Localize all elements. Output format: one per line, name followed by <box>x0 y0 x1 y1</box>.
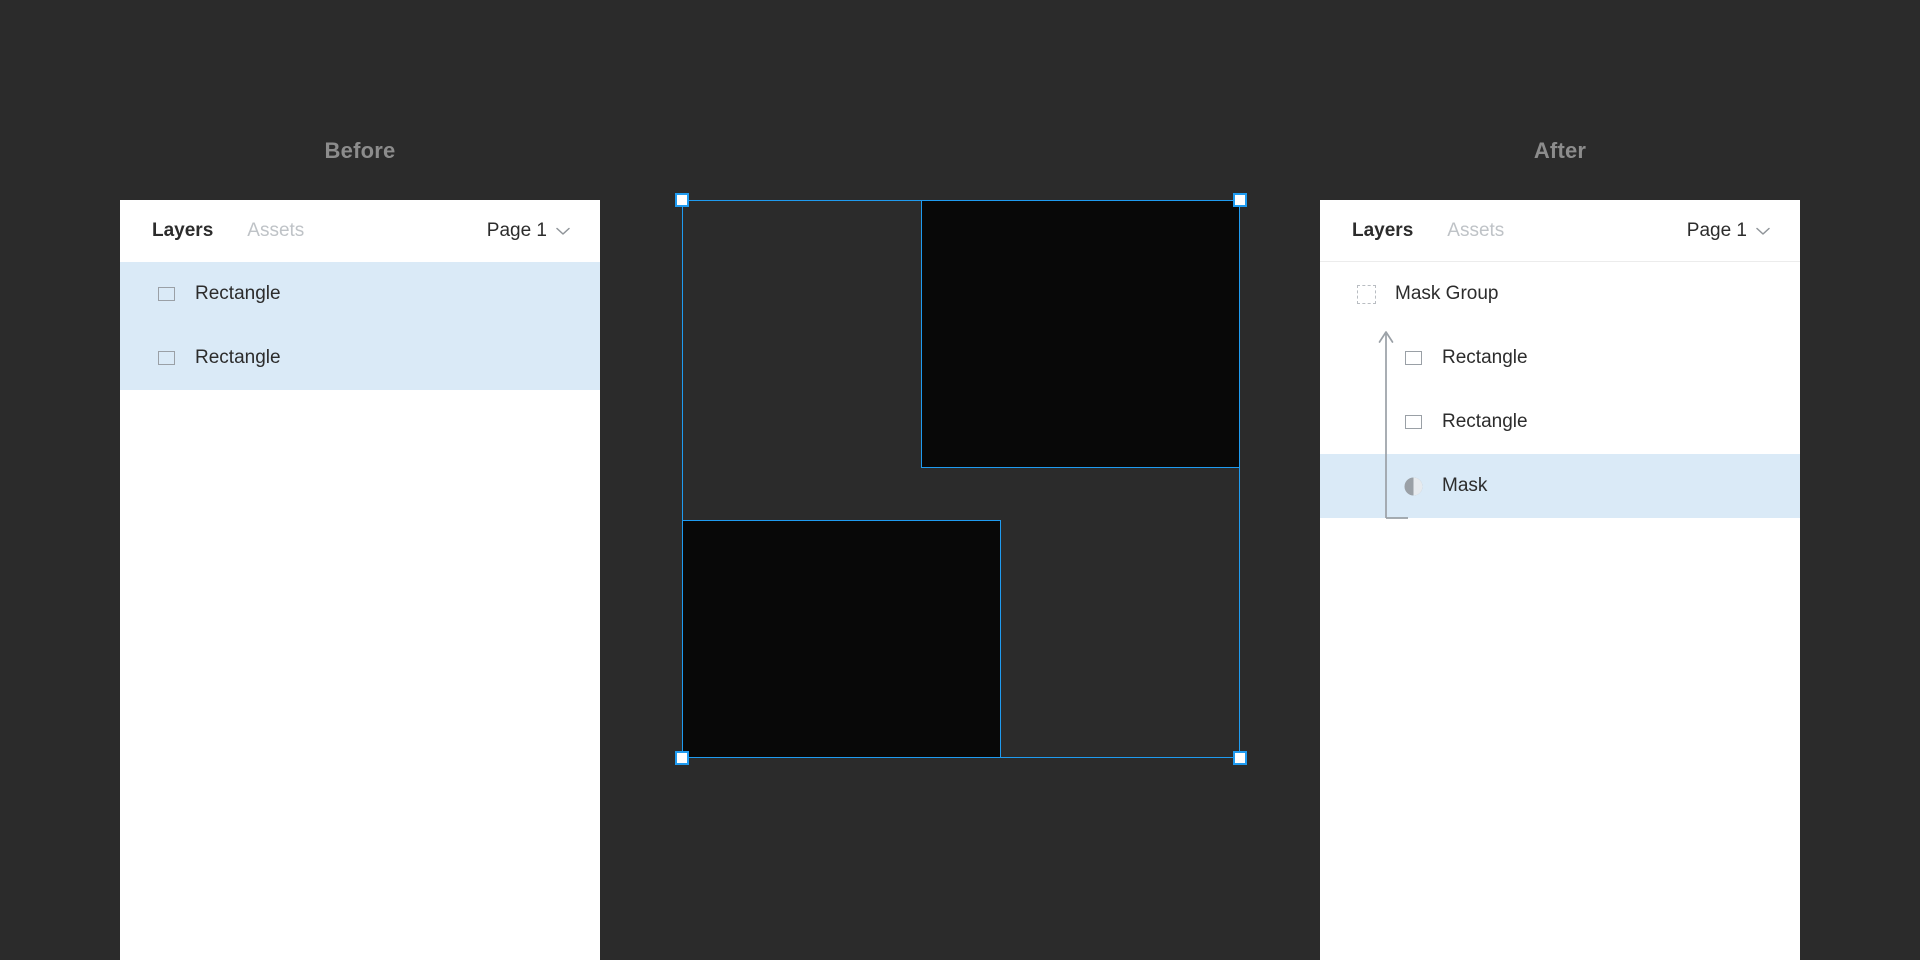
layer-label: Mask Group <box>1395 283 1499 304</box>
after-page-selector-label: Page 1 <box>1686 220 1747 241</box>
selection-handle-top-left[interactable] <box>675 193 689 207</box>
rectangle-top-right-shape[interactable] <box>921 200 1240 468</box>
selection-handle-bottom-right[interactable] <box>1233 751 1247 765</box>
layer-label: Rectangle <box>1442 411 1528 432</box>
before-layer-list: Rectangle Rectangle <box>120 262 600 390</box>
rectangle-bottom-left-shape[interactable] <box>682 520 1001 758</box>
layer-row-mask-group[interactable]: Mask Group <box>1320 262 1800 326</box>
before-tab-assets[interactable]: Assets <box>247 220 304 242</box>
layer-row-rectangle-1[interactable]: Rectangle <box>1320 326 1800 390</box>
after-layers-panel: Layers Assets Page 1 Mask Group Rectangl… <box>1320 200 1800 960</box>
group-layer-icon <box>1353 262 1379 326</box>
rectangle-layer-icon <box>1400 390 1426 454</box>
before-panel-header: Layers Assets Page 1 <box>120 200 600 262</box>
before-layers-panel: Layers Assets Page 1 Rectangle Rectangle <box>120 200 600 960</box>
layer-row-rectangle-2[interactable]: Rectangle <box>1320 390 1800 454</box>
before-page-selector-label: Page 1 <box>486 220 547 241</box>
after-layer-list: Mask Group Rectangle Rectangle Mask <box>1320 262 1800 519</box>
after-tab-assets[interactable]: Assets <box>1447 220 1504 242</box>
after-tab-layers[interactable]: Layers <box>1352 220 1413 242</box>
layer-label: Rectangle <box>195 347 281 368</box>
layer-label: Rectangle <box>195 283 281 304</box>
layer-row-rectangle-1[interactable]: Rectangle <box>120 262 600 326</box>
layer-label: Mask <box>1442 475 1488 496</box>
layer-label: Rectangle <box>1442 347 1528 368</box>
chevron-down-icon <box>556 227 570 235</box>
selection-handle-top-right[interactable] <box>1233 193 1247 207</box>
layer-row-mask[interactable]: Mask <box>1320 454 1800 518</box>
rectangle-layer-icon <box>153 326 179 390</box>
rectangle-layer-icon <box>1400 326 1426 390</box>
after-panel-header: Layers Assets Page 1 <box>1320 200 1800 262</box>
selection-handle-bottom-left[interactable] <box>675 751 689 765</box>
selection-bounding-box <box>682 200 1240 758</box>
layer-row-rectangle-2[interactable]: Rectangle <box>120 326 600 390</box>
rectangle-layer-icon <box>153 262 179 326</box>
after-caption: After <box>1533 138 1587 163</box>
mask-layer-icon <box>1400 454 1426 518</box>
before-tab-layers[interactable]: Layers <box>152 220 213 242</box>
before-caption: Before <box>324 138 396 163</box>
chevron-down-icon <box>1756 227 1770 235</box>
before-page-selector[interactable]: Page 1 <box>487 220 570 242</box>
after-page-selector[interactable]: Page 1 <box>1687 220 1770 242</box>
